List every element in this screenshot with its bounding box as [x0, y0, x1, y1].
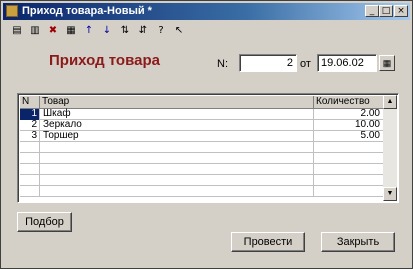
move-up-icon[interactable]: ↑ [81, 23, 97, 39]
calendar-icon[interactable]: ▦ [379, 55, 395, 71]
date-label: от [300, 58, 311, 70]
quantity-cell[interactable]: 5.00 [314, 131, 384, 142]
minimize-button[interactable]: _ [365, 5, 379, 17]
number-label: N: [217, 58, 228, 70]
empty-row [20, 164, 384, 175]
copy-line-icon[interactable]: ▥ [27, 23, 43, 39]
column-header-product[interactable]: Товар [40, 96, 314, 109]
sort-ascending-icon[interactable]: ⇅ [117, 23, 133, 39]
scroll-down-icon[interactable]: ▼ [383, 187, 397, 201]
new-line-icon[interactable]: ▤ [9, 23, 25, 39]
select-button[interactable]: Подбор [17, 212, 72, 232]
empty-row [20, 153, 384, 164]
close-window-button[interactable]: × [394, 5, 408, 17]
row-number: 3 [20, 131, 40, 142]
column-header-n[interactable]: N [20, 96, 40, 109]
scroll-up-icon[interactable]: ▲ [383, 95, 397, 109]
context-help-icon[interactable]: ↖ [171, 23, 187, 39]
table-row[interactable]: 3 Торшер 5.00 [20, 131, 384, 142]
product-cell[interactable]: Торшер [40, 131, 314, 142]
maximize-button[interactable]: □ [379, 5, 393, 17]
row-number: 1 [20, 109, 40, 120]
toolbar: ▤ ▥ ✖ ▦ ↑ ↓ ⇅ ⇵ ? ↖ [9, 23, 229, 39]
empty-row [20, 186, 384, 197]
empty-row [20, 175, 384, 186]
product-cell[interactable]: Зеркало [40, 120, 314, 131]
sort-descending-icon[interactable]: ⇵ [135, 23, 151, 39]
edit-line-icon[interactable]: ▦ [63, 23, 79, 39]
vertical-scrollbar[interactable]: ▲ ▼ [383, 95, 397, 201]
help-icon[interactable]: ? [153, 23, 169, 39]
post-button[interactable]: Провести [231, 232, 305, 252]
row-number: 2 [20, 120, 40, 131]
close-button[interactable]: Закрыть [321, 232, 395, 252]
number-field[interactable]: 2 [239, 54, 297, 72]
window-title: Приход товара-Новый * [22, 5, 152, 17]
items-table[interactable]: N Товар Количество 1 Шкаф 2.00 2 Зеркало… [17, 93, 399, 203]
empty-row [20, 142, 384, 153]
document-title: Приход товара [49, 52, 160, 69]
title-bar[interactable]: Приход товара-Новый * _ □ × [3, 3, 410, 20]
app-icon [6, 5, 18, 17]
delete-line-icon[interactable]: ✖ [45, 23, 61, 39]
document-window: Приход товара-Новый * _ □ × ▤ ▥ ✖ ▦ ↑ ↓ … [0, 0, 413, 269]
move-down-icon[interactable]: ↓ [99, 23, 115, 39]
date-field[interactable]: 19.06.02 [317, 54, 377, 72]
